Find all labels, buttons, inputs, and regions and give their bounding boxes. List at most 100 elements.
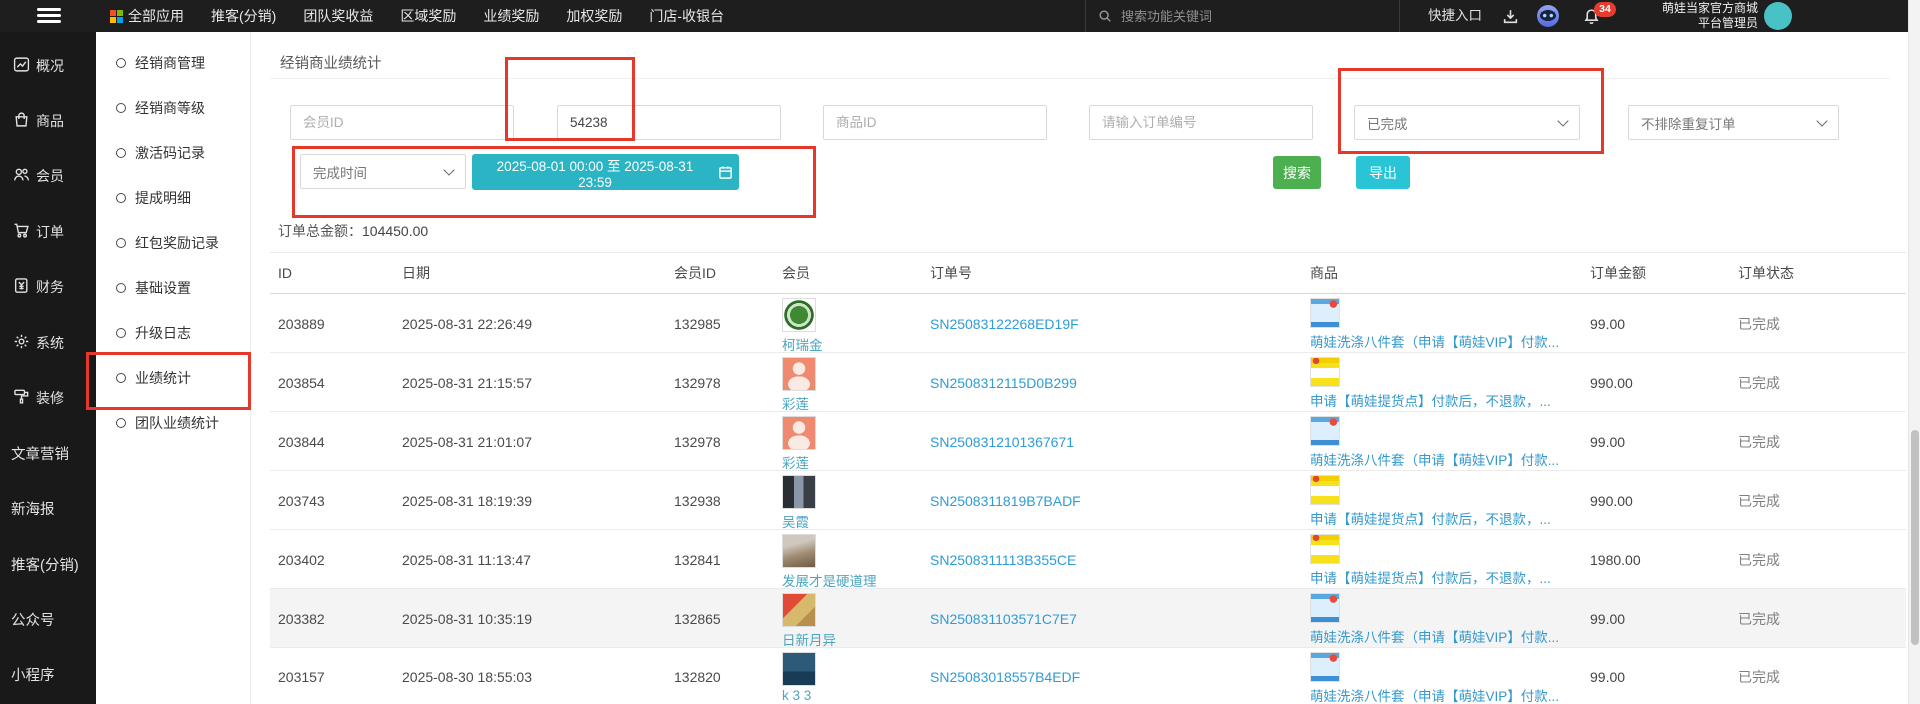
member-avatar[interactable] <box>782 416 816 450</box>
product-thumbnail[interactable] <box>1310 652 1340 682</box>
product-cell: 萌娃洗涤八件套（申请【萌娃VIP】付款... <box>1310 589 1590 646</box>
order-no-input[interactable] <box>1089 105 1313 140</box>
product-thumbnail[interactable] <box>1310 416 1340 446</box>
column-header-6: 商品 <box>1310 263 1590 283</box>
goods-id-input[interactable] <box>823 105 1047 140</box>
order-number-link[interactable]: SN2508311819B7BADF <box>930 493 1310 509</box>
topbar-menu-6[interactable]: 加权奖励 <box>566 6 622 26</box>
hamburger-menu-icon[interactable] <box>37 8 61 24</box>
member-avatar[interactable] <box>782 475 816 509</box>
product-thumbnail[interactable] <box>1310 357 1340 387</box>
export-button[interactable]: 导出 <box>1356 156 1410 189</box>
topbar-menu-1[interactable]: 全部应用 <box>110 6 184 26</box>
member-avatar[interactable] <box>782 593 816 627</box>
sidebar-item-8[interactable]: 文章营销 <box>0 426 96 481</box>
sidebar-item-6[interactable]: 系统 <box>0 315 96 370</box>
member-cell: 彩莲 <box>782 412 930 472</box>
sidebar-item-9[interactable]: 新海报 <box>0 481 96 536</box>
submenu-item-6[interactable]: 基础设置 <box>96 265 250 310</box>
member-name[interactable]: 彩莲 <box>782 393 930 413</box>
apps-grid-icon <box>110 10 123 23</box>
scrollbar-thumb[interactable] <box>1911 430 1919 645</box>
search-button[interactable]: 搜索 <box>1273 156 1321 189</box>
member-avatar[interactable] <box>782 298 816 332</box>
table-row: 2038892025-08-31 22:26:49132985柯瑞金SN2508… <box>270 294 1906 353</box>
member-avatar[interactable] <box>782 652 816 686</box>
order-amount: 99.00 <box>1590 316 1738 332</box>
product-thumbnail[interactable] <box>1310 534 1340 564</box>
product-thumbnail[interactable] <box>1310 298 1340 328</box>
sidebar-item-1[interactable]: 概况 <box>0 38 96 93</box>
member-id-value-input[interactable] <box>557 105 781 140</box>
sidebar-item-4[interactable]: 订单 <box>0 204 96 259</box>
order-id: 203382 <box>278 611 402 627</box>
order-amount: 990.00 <box>1590 493 1738 509</box>
product-link[interactable]: 萌娃洗涤八件套（申请【萌娃VIP】付款... <box>1310 685 1590 704</box>
member-id-input[interactable] <box>290 105 514 140</box>
order-number-link[interactable]: SN250831103571C7E7 <box>930 611 1310 627</box>
sidebar-item-12[interactable]: 小程序 <box>0 647 96 702</box>
time-type-select[interactable]: 完成时间 <box>300 154 466 189</box>
sidebar-item-11[interactable]: 公众号 <box>0 592 96 647</box>
order-status-select[interactable]: 已完成 <box>1354 105 1580 140</box>
topbar-menu-4[interactable]: 区域奖励 <box>400 6 456 26</box>
topbar-menu-7[interactable]: 门店-收银台 <box>649 6 724 26</box>
member-name[interactable]: 彩莲 <box>782 452 930 472</box>
scrollbar-track[interactable] <box>1908 0 1920 704</box>
topbar-search[interactable] <box>1085 0 1373 32</box>
download-icon[interactable] <box>1502 8 1519 25</box>
member-avatar[interactable] <box>782 534 816 568</box>
quick-entry-button[interactable]: 快捷入口 <box>1428 0 1482 32</box>
chevron-down-icon <box>1816 115 1827 126</box>
submenu-item-5[interactable]: 红包奖励记录 <box>96 220 250 265</box>
sidebar-item-5[interactable]: 财务 <box>0 260 96 315</box>
order-number-link[interactable]: SN2508312101367671 <box>930 434 1310 450</box>
member-name[interactable]: 吴霞 <box>782 511 930 531</box>
dedupe-select[interactable]: 不排除重复订单 <box>1628 105 1839 140</box>
submenu-item-label: 激活码记录 <box>135 143 205 163</box>
order-date: 2025-08-31 21:01:07 <box>402 434 674 450</box>
product-cell: 萌娃洗涤八件套（申请【萌娃VIP】付款... <box>1310 648 1590 704</box>
submenu-item-1[interactable]: 经销商管理 <box>96 40 250 85</box>
submenu-item-8-active[interactable]: 业绩统计 <box>96 355 250 400</box>
member-icon <box>13 166 30 186</box>
circle-bullet-icon <box>116 58 126 68</box>
sidebar-item-3[interactable]: 会员 <box>0 149 96 204</box>
table-header: ID日期会员ID会员订单号商品订单金额订单状态 <box>270 252 1906 294</box>
submenu-item-3[interactable]: 激活码记录 <box>96 130 250 175</box>
topbar-menu-2[interactable]: 推客(分销) <box>211 6 276 26</box>
member-name[interactable]: 柯瑞金 <box>782 334 930 354</box>
assistant-icon[interactable] <box>1537 5 1559 27</box>
member-name[interactable]: 发展才是硬道理 <box>782 570 930 590</box>
topbar-menu-5[interactable]: 业绩奖励 <box>483 6 539 26</box>
member-name[interactable]: 日新月异 <box>782 629 930 649</box>
product-thumbnail[interactable] <box>1310 475 1340 505</box>
sidebar-item-10[interactable]: 推客(分销) <box>0 537 96 592</box>
product-link[interactable]: 萌娃洗涤八件套（申请【萌娃VIP】付款... <box>1310 626 1590 646</box>
product-thumbnail[interactable] <box>1310 593 1340 623</box>
order-date: 2025-08-31 21:15:57 <box>402 375 674 391</box>
order-number-link[interactable]: SN2508311113B355CE <box>930 552 1310 568</box>
submenu-item-9[interactable]: 团队业绩统计 <box>96 400 250 445</box>
submenu-item-2[interactable]: 经销商等级 <box>96 85 250 130</box>
submenu-item-7[interactable]: 升级日志 <box>96 310 250 355</box>
product-link[interactable]: 申请【萌娃提货点】付款后，不退款，... <box>1310 508 1590 528</box>
user-avatar[interactable] <box>1764 2 1792 30</box>
order-number-link[interactable]: SN2508312115D0B299 <box>930 375 1310 391</box>
table-row: 2038442025-08-31 21:01:07132978彩莲SN25083… <box>270 412 1906 471</box>
search-input[interactable] <box>1119 8 1373 25</box>
topbar-menu-3[interactable]: 团队奖收益 <box>303 6 373 26</box>
submenu-item-4[interactable]: 提成明细 <box>96 175 250 220</box>
order-number-link[interactable]: SN25083018557B4EDF <box>930 669 1310 685</box>
product-link[interactable]: 申请【萌娃提货点】付款后，不退款，... <box>1310 567 1590 587</box>
order-number-link[interactable]: SN25083122268ED19F <box>930 316 1310 332</box>
order-amount: 99.00 <box>1590 611 1738 627</box>
product-link[interactable]: 萌娃洗涤八件套（申请【萌娃VIP】付款... <box>1310 331 1590 351</box>
sidebar-item-7[interactable]: 装修 <box>0 370 96 425</box>
member-avatar[interactable] <box>782 357 816 391</box>
date-range-button[interactable]: 2025-08-01 00:00 至 2025-08-31 23:59 <box>472 154 739 190</box>
product-link[interactable]: 申请【萌娃提货点】付款后，不退款，... <box>1310 390 1590 410</box>
member-name[interactable]: k 3 3 <box>782 688 930 703</box>
product-link[interactable]: 萌娃洗涤八件套（申请【萌娃VIP】付款... <box>1310 449 1590 469</box>
sidebar-item-2[interactable]: 商品 <box>0 93 96 148</box>
